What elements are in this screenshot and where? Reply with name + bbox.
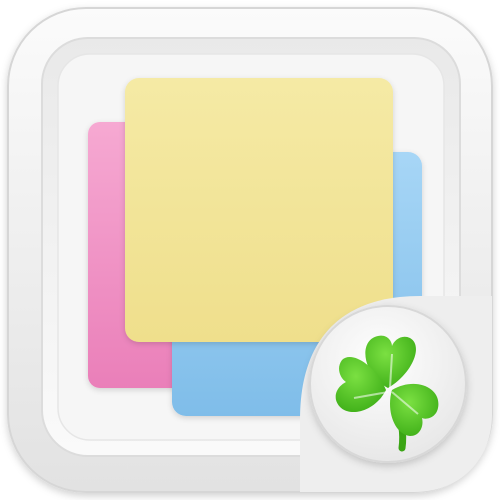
app-icon[interactable] <box>0 0 500 500</box>
app-icon-graphic <box>7 7 493 493</box>
yellow-note <box>125 78 393 342</box>
